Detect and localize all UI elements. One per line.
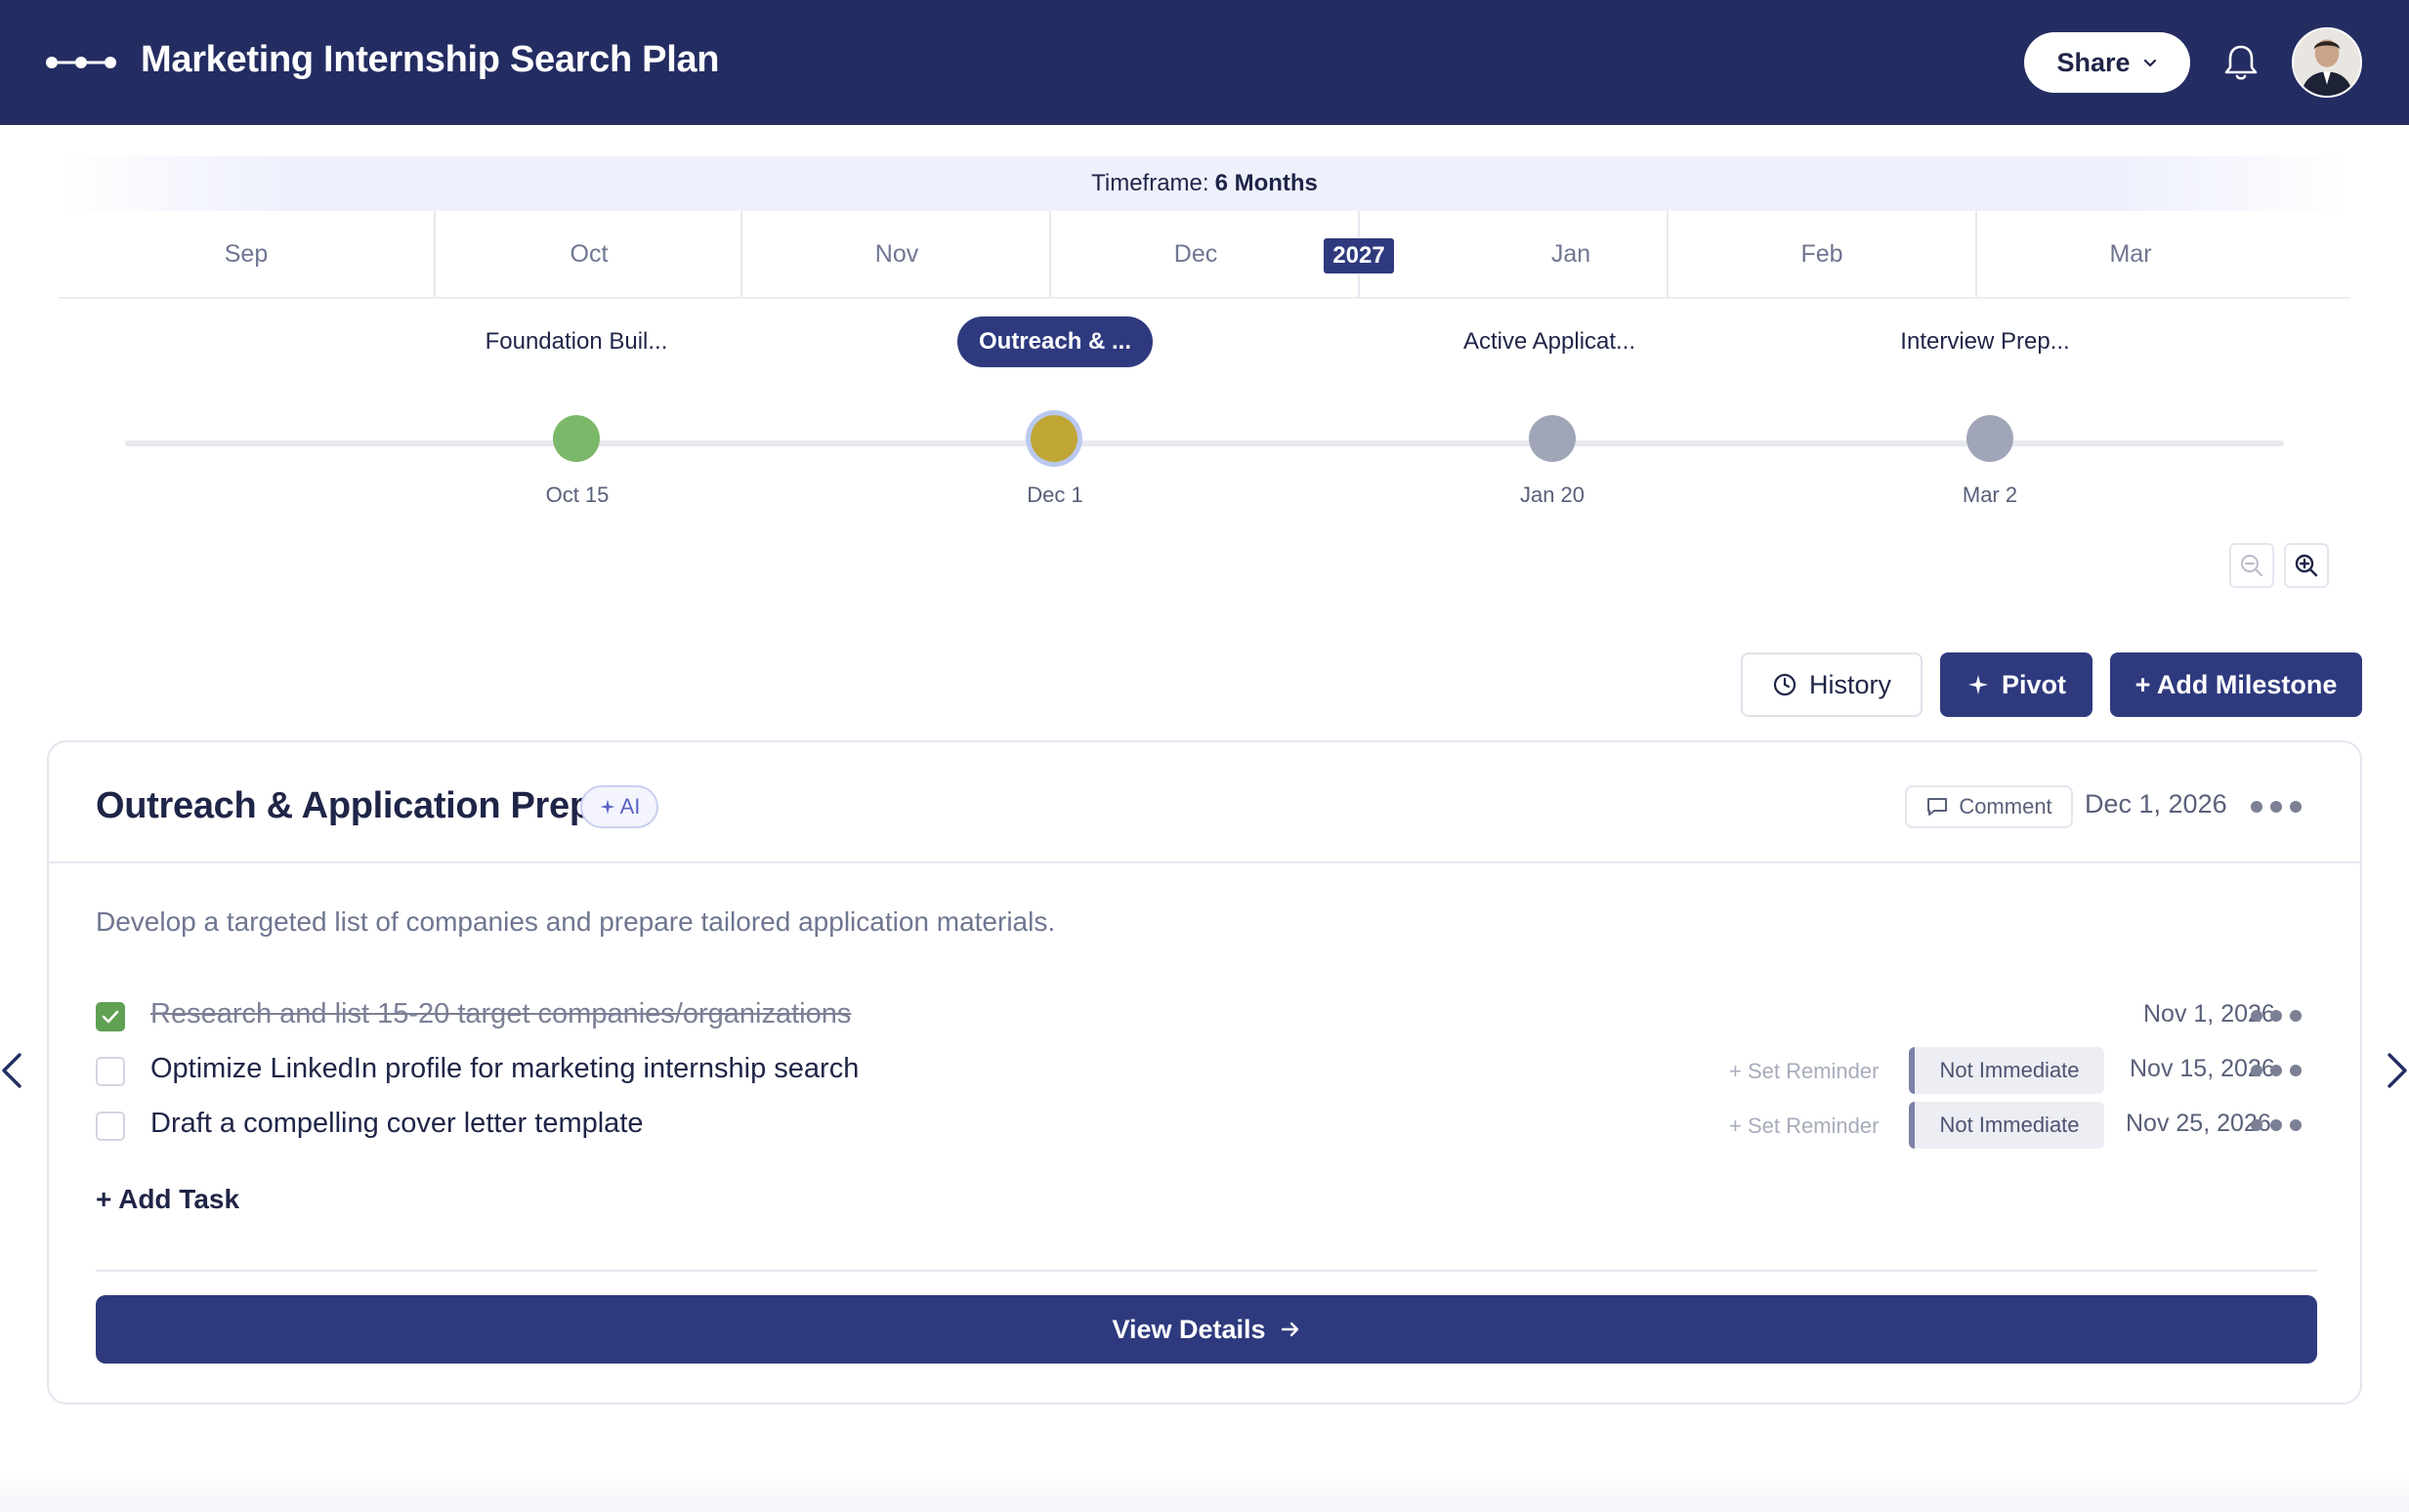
view-details-button[interactable]: View Details <box>96 1295 2317 1364</box>
user-avatar[interactable] <box>2292 27 2362 98</box>
timeframe-value: 6 Months <box>1214 170 1318 196</box>
clock-icon <box>1773 673 1796 696</box>
task-checkbox[interactable] <box>96 1057 125 1086</box>
task-row: Research and list 15-20 target companies… <box>96 992 2317 1039</box>
history-button-label: History <box>1808 669 1891 699</box>
month-oct: Oct <box>570 239 609 268</box>
share-button-label: Share <box>2056 47 2131 77</box>
task-date: Nov 25, 2026 <box>2126 1110 2271 1137</box>
milestone-dot-outreach[interactable] <box>1031 415 1078 462</box>
timeframe-banner: Timeframe: 6 Months <box>59 156 2350 211</box>
task-text[interactable]: Research and list 15-20 target companies… <box>150 998 851 1030</box>
card-title: Outreach & Application Prep <box>96 785 592 826</box>
card-date: Dec 1, 2026 <box>2085 789 2227 819</box>
timeline-track <box>125 441 2284 446</box>
chevron-right-icon[interactable] <box>2386 1051 2409 1090</box>
share-button[interactable]: Share <box>2024 32 2190 93</box>
timeframe-label: Timeframe: <box>1091 170 1209 196</box>
card-more-options-icon[interactable] <box>2251 801 2305 815</box>
bottom-shade <box>0 1473 2409 1512</box>
task-more-options-icon[interactable] <box>2251 1119 2305 1133</box>
pivot-button-label: Pivot <box>2001 669 2066 699</box>
ai-badge: AI <box>580 785 658 828</box>
add-milestone-button[interactable]: + Add Milestone <box>2110 652 2362 717</box>
sparkle-icon <box>600 799 615 815</box>
comment-button-label: Comment <box>1959 794 2052 819</box>
milestone-label-applications[interactable]: Active Applicat... <box>1403 316 1696 367</box>
month-feb: Feb <box>1800 239 1843 268</box>
task-row: Optimize LinkedIn profile for marketing … <box>96 1047 2317 1094</box>
set-reminder-button[interactable]: + Set Reminder <box>1729 1059 1879 1084</box>
zoom-out-button[interactable] <box>2229 543 2274 588</box>
task-text[interactable]: Optimize LinkedIn profile for marketing … <box>150 1053 859 1085</box>
milestone-date-interview: Mar 2 <box>1962 483 2018 507</box>
card-header: Outreach & Application Prep AI Comment D… <box>49 742 2360 863</box>
app-header: Marketing Internship Search Plan Share <box>0 0 2409 125</box>
set-reminder-button[interactable]: + Set Reminder <box>1729 1113 1879 1139</box>
milestone-card: Outreach & Application Prep AI Comment D… <box>47 740 2362 1405</box>
comment-button[interactable]: Comment <box>1905 785 2073 828</box>
milestone-dot-foundation[interactable] <box>553 415 600 462</box>
year-badge: 2027 <box>1324 238 1394 273</box>
check-icon <box>102 1010 119 1024</box>
task-row: Draft a compelling cover letter template… <box>96 1102 2317 1149</box>
task-more-options-icon[interactable] <box>2251 1010 2305 1024</box>
card-divider <box>96 1270 2317 1272</box>
priority-badge[interactable]: Not Immediate <box>1909 1047 2104 1094</box>
task-more-options-icon[interactable] <box>2251 1065 2305 1078</box>
priority-badge[interactable]: Not Immediate <box>1909 1102 2104 1149</box>
milestone-label-interview[interactable]: Interview Prep... <box>1838 316 2132 367</box>
zoom-in-button[interactable] <box>2284 543 2329 588</box>
milestone-date-applications: Jan 20 <box>1519 483 1585 507</box>
month-nov: Nov <box>874 239 919 268</box>
task-text[interactable]: Draft a compelling cover letter template <box>150 1108 644 1140</box>
card-description: Develop a targeted list of companies and… <box>96 906 1056 937</box>
milestone-label-outreach[interactable]: Outreach & ... <box>957 316 1153 367</box>
view-details-label: View Details <box>1112 1314 1266 1344</box>
milestone-dot-interview[interactable] <box>1966 415 2013 462</box>
zoom-out-icon <box>2241 555 2262 576</box>
milestone-date-outreach: Dec 1 <box>1027 483 1083 507</box>
month-dec: Dec <box>1173 239 1218 268</box>
zoom-in-icon <box>2295 554 2318 577</box>
milestone-date-foundation: Oct 15 <box>545 483 610 507</box>
milestone-dot-applications[interactable] <box>1529 415 1576 462</box>
sparkle-icon <box>1967 675 1988 694</box>
chevron-down-icon <box>2143 59 2156 67</box>
arrow-right-icon <box>1281 1322 1298 1337</box>
month-mar: Mar <box>2109 239 2152 268</box>
avatar-icon <box>2294 29 2360 96</box>
task-checkbox[interactable] <box>96 1112 125 1141</box>
month-header-row: Sep Oct Nov Dec Jan Feb Mar <box>59 211 2350 299</box>
ai-badge-label: AI <box>619 794 641 819</box>
bell-icon[interactable] <box>2223 43 2259 82</box>
timeline-logo-icon <box>46 57 116 68</box>
chevron-left-icon[interactable] <box>0 1051 23 1090</box>
add-task-button[interactable]: + Add Task <box>96 1184 239 1215</box>
task-checkbox[interactable] <box>96 1002 125 1031</box>
month-sep: Sep <box>224 239 269 268</box>
history-button[interactable]: History <box>1741 652 1923 717</box>
page-title: Marketing Internship Search Plan <box>141 39 720 80</box>
pivot-button[interactable]: Pivot <box>1940 652 2092 717</box>
milestone-label-foundation[interactable]: Foundation Buil... <box>430 316 723 367</box>
comment-icon <box>1927 798 1948 816</box>
